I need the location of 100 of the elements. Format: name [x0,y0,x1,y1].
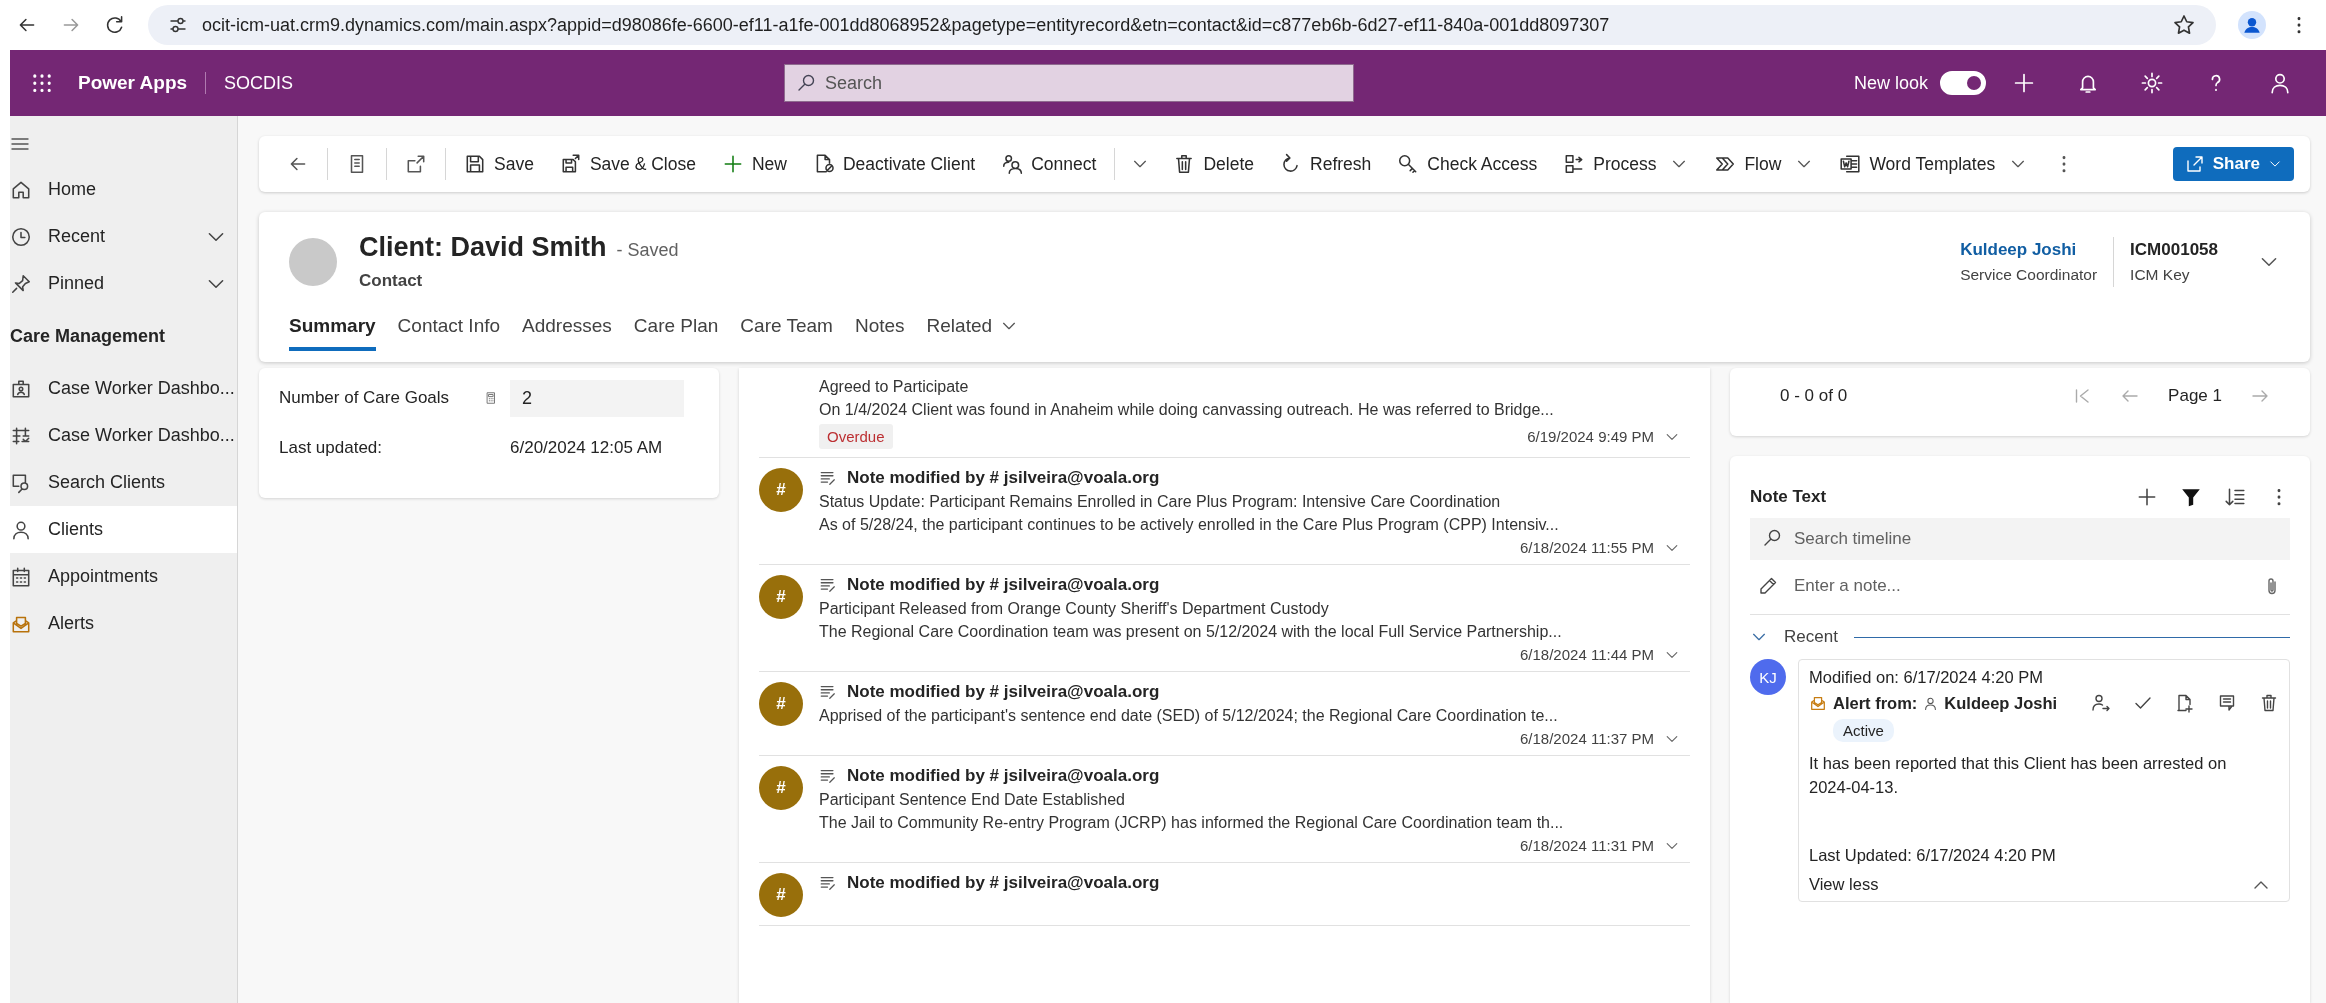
sort-icon[interactable] [2224,486,2246,508]
sidebar-item[interactable]: Clients [10,506,237,553]
filter-icon[interactable] [2180,486,2202,508]
note-lines-icon [819,576,837,594]
new-look-toggle[interactable] [1940,71,1986,95]
note-icon[interactable] [2217,693,2237,713]
field-value: 6/20/2024 12:05 AM [510,438,663,458]
note-date: 6/18/2024 11:55 PM [1520,539,1654,556]
settings-icon[interactable] [2140,71,2164,95]
environment-name: SOCDIS [224,72,295,94]
search-field[interactable]: Search timeline [1750,518,2290,560]
note-avatar: # [759,766,803,810]
command-button[interactable]: Deactivate Client [800,147,988,181]
document-add-icon[interactable] [2175,693,2195,713]
sidebar-item[interactable]: Recent [10,213,237,260]
popout-icon[interactable] [405,153,427,175]
command-button[interactable]: Process [1551,147,1701,181]
note-title: Note modified by # jsilveira@voala.org [847,873,1160,893]
tab[interactable]: Care Team [740,315,833,351]
field-label: Number of Care Goals [279,388,451,408]
sidebar-item[interactable]: Case Worker Dashbo... [10,365,237,412]
plus-icon[interactable] [2136,486,2158,508]
command-button[interactable]: Word Templates [1827,147,2040,181]
note-subject: Participant Sentence End Date Established [819,791,1126,809]
modified-date: Modified on: 6/17/2024 4:20 PM [1809,668,2043,687]
field-label: Last updated: [279,438,384,458]
alert-text: It has been reported that this Client has been arrested on 2024-04-13. [1809,753,2228,798]
note-date: 6/18/2024 11:31 PM [1520,837,1654,854]
note-date: 6/19/2024 9:49 PM [1527,428,1654,445]
status-badge: Active [1833,719,1894,742]
note-avatar: # [759,873,803,917]
site-settings-icon[interactable] [168,15,188,35]
sidebar-item[interactable]: Alerts [10,600,237,647]
search-icon [796,73,817,93]
sidebar-item[interactable]: Appointments [10,553,237,600]
person-icon[interactable] [2268,71,2292,95]
note-lines-icon [819,767,837,785]
note-date: 6/18/2024 11:37 PM [1520,730,1654,747]
app-name: Power Apps [78,72,207,94]
new-look-label: New look [1853,72,1928,94]
clock-icon [10,225,32,248]
command-button[interactable]: Delete [1161,147,1266,181]
view-less-link[interactable]: View less [1809,875,1879,895]
tab[interactable]: Care Plan [633,315,719,351]
last-updated: Last Updated: 6/17/2024 4:20 PM [1809,845,2056,865]
tab[interactable]: Summary [289,315,376,351]
app-launcher-icon[interactable] [30,71,54,95]
command-button[interactable]: Save [452,147,546,181]
key-value: ICM001058 [2130,239,2218,260]
note-lines-icon [819,874,837,892]
save-icon [464,153,486,175]
profile-avatar-icon[interactable] [2238,11,2266,39]
command-button[interactable]: New [709,147,799,181]
owner-link[interactable]: Kuldeep Joshi [1960,239,2098,260]
address-bar[interactable]: ocit-icm-uat.crm9.dynamics.com/main.aspx?appid=d98086fe-6600-ef11-a1fe-001dd8068952&pagetype=entityrecord&etn=contact&id=c877eb6b-6d27-ef11-840a-001dd8097307 [148,5,2216,45]
tab[interactable]: Related [926,315,1019,351]
record-count: 0 - 0 of 0 [1780,386,1848,406]
panel-title: Note Text [1750,487,1827,507]
note-input-field[interactable]: Enter a note... [1792,575,2248,597]
group-label: Recent [1784,627,1838,647]
key-label: ICM Key [2130,265,2191,284]
note-title: Note modified by # jsilveira@voala.org [847,766,1160,786]
command-button[interactable]: Refresh [1268,147,1384,181]
note-avatar: # [759,575,803,619]
tab[interactable]: Addresses [522,315,612,351]
command-button[interactable]: Flow [1702,147,1826,181]
note-body: As of 5/28/24, the participant continues to be actively enrolled in the Care Plus Program (CPP) Intensiv... [819,516,1560,534]
tab[interactable]: Notes [854,315,905,351]
record-title: Client: David Smith [359,232,607,263]
field-value[interactable]: 2 [510,379,684,417]
command-button[interactable]: Check Access [1385,147,1550,181]
pencil-icon [1758,576,1778,596]
sidebar-item[interactable]: Home [10,166,237,213]
envelope-icon [1809,694,1827,712]
note-body: The Jail to Community Re-entry Program (JCRP) has informed the Regional Care Coordination team th... [819,814,1565,832]
share-button[interactable]: Share [2172,147,2294,181]
command-button[interactable]: Connect [989,147,1109,181]
note-body: The Regional Care Coordination team was present on 5/12/2024 with the local Full Service Partnership... [819,623,1563,641]
user-avatar: KJ [1750,659,1786,695]
pin-icon [10,272,32,295]
note-body: On 1/4/2024 Client was found in Anaheim while doing canvassing outreach. He was referred to Bridge... [819,401,1555,419]
delete-icon[interactable] [2259,693,2279,713]
calculator-icon [484,391,498,405]
calendar-icon [10,565,32,588]
note-title: Note modified by # jsilveira@voala.org [847,468,1160,488]
star-icon[interactable] [2172,13,2196,37]
tab[interactable]: Contact Info [397,315,501,351]
assign-person-icon[interactable] [2091,693,2111,713]
note-avatar: # [759,468,803,512]
note-subject: Participant Released from Orange County Sheriff's Department Custody [819,600,1330,618]
page-number: Page 1 [2168,386,2222,406]
sidebar-item[interactable]: Pinned [10,260,237,307]
search-field[interactable]: Search [784,64,1355,102]
plus-icon[interactable] [2012,71,2036,95]
sidebar-item[interactable]: Case Worker Dashbo... [10,412,237,459]
command-button[interactable]: Save & Close [547,147,708,181]
note-avatar: # [759,682,803,726]
note-lines-icon [819,683,837,701]
note-title: Note modified by # jsilveira@voala.org [847,575,1160,595]
sidebar-item[interactable]: Search Clients [10,459,237,506]
